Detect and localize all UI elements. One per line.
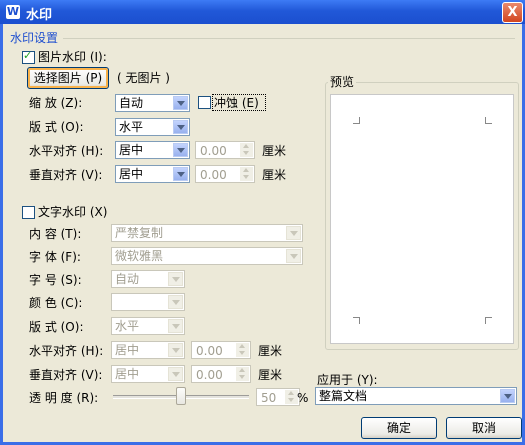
- spin-up-icon: [236, 343, 249, 350]
- chevron-down-icon: [168, 343, 183, 357]
- picture-valign-offset-spinner[interactable]: 0.00: [195, 165, 255, 183]
- window-title: 水印: [26, 8, 53, 23]
- chevron-down-icon: [168, 272, 183, 286]
- spin-up-icon: [240, 167, 253, 174]
- text-valign-offset-spinner[interactable]: 0.00: [191, 365, 251, 383]
- transparency-spinner[interactable]: 50: [256, 388, 300, 406]
- scale-label: 缩 放 (Z):: [29, 96, 83, 110]
- content-label: 内 容 (T):: [29, 227, 82, 241]
- text-valign-unit: 厘米: [258, 368, 283, 382]
- content-value: 严禁复制: [115, 226, 164, 240]
- text-halign-unit: 厘米: [258, 344, 283, 358]
- chevron-down-icon: [168, 319, 183, 333]
- text-valign-value: 居中: [115, 367, 140, 381]
- spin-down-icon: [240, 174, 253, 181]
- chevron-down-icon: [173, 167, 188, 181]
- ok-button[interactable]: 确定: [361, 417, 437, 439]
- scale-value: 自动: [119, 96, 144, 110]
- size-value: 自动: [115, 272, 140, 286]
- picture-watermark-label: 图片水印 (I):: [38, 50, 107, 64]
- picture-layout-value: 水平: [119, 120, 144, 134]
- transparency-value: 50: [261, 391, 277, 405]
- margin-corner-bl: [353, 317, 360, 324]
- margin-corner-br: [485, 317, 492, 324]
- chevron-down-icon: [168, 367, 183, 381]
- preview-group: [325, 82, 519, 350]
- margin-corner-tr: [485, 117, 492, 124]
- picture-valign-unit: 厘米: [262, 168, 287, 182]
- apply-to-select[interactable]: 整篇文档: [315, 387, 517, 405]
- picture-valign-label: 垂直对齐 (V):: [29, 168, 103, 182]
- spin-up-icon: [236, 367, 249, 374]
- color-label: 颜 色 (C):: [29, 296, 83, 310]
- spin-up-icon: [240, 143, 253, 150]
- text-valign-offset-value: 0.00: [196, 368, 223, 382]
- margin-corner-tl: [353, 117, 360, 124]
- picture-halign-label: 水平对齐 (H):: [29, 144, 104, 158]
- apply-to-label: 应用于 (Y):: [317, 373, 378, 387]
- text-layout-value: 水平: [115, 319, 140, 333]
- preview-title: 预览: [328, 75, 357, 89]
- picture-halign-select[interactable]: 居中: [115, 141, 190, 159]
- watermark-dialog: W 水印 X 水印设置 图片水印 (I): 选择图片 (P) ( 无图片 ) 缩…: [0, 0, 525, 445]
- text-halign-label: 水平对齐 (H):: [29, 344, 104, 358]
- picture-valign-select[interactable]: 居中: [115, 165, 190, 183]
- picture-valign-value: 居中: [119, 167, 144, 181]
- color-select[interactable]: [111, 293, 185, 311]
- settings-group-divider: [63, 38, 515, 39]
- text-halign-select[interactable]: 居中: [111, 341, 185, 359]
- title-bar[interactable]: W 水印 X: [0, 0, 525, 24]
- picture-watermark-checkbox[interactable]: [22, 49, 35, 64]
- picture-halign-unit: 厘米: [262, 144, 287, 158]
- text-layout-select[interactable]: 水平: [111, 317, 185, 335]
- no-picture-text: ( 无图片 ): [117, 71, 170, 85]
- size-select[interactable]: 自动: [111, 270, 185, 288]
- picture-layout-select[interactable]: 水平: [115, 118, 190, 136]
- picture-layout-label: 版 式 (O):: [29, 120, 84, 134]
- picture-halign-offset-spinner[interactable]: 0.00: [195, 141, 255, 159]
- settings-group-title: 水印设置: [10, 31, 59, 45]
- text-watermark-label: 文字水印 (X): [38, 205, 108, 219]
- font-select[interactable]: 微软雅黑: [111, 247, 303, 265]
- chevron-down-icon: [500, 389, 515, 403]
- picture-halign-offset-value: 0.00: [200, 144, 227, 158]
- text-layout-label: 版 式 (O):: [29, 320, 84, 334]
- apply-to-value: 整篇文档: [319, 389, 368, 403]
- spin-down-icon: [236, 350, 249, 357]
- chevron-down-icon: [173, 96, 188, 110]
- text-valign-label: 垂直对齐 (V):: [29, 368, 103, 382]
- chevron-down-icon: [168, 295, 183, 309]
- select-picture-button[interactable]: 选择图片 (P): [27, 67, 109, 89]
- chevron-down-icon: [286, 249, 301, 263]
- spin-down-icon: [240, 150, 253, 157]
- text-valign-select[interactable]: 居中: [111, 365, 185, 383]
- text-watermark-checkbox[interactable]: [22, 206, 35, 219]
- scale-select[interactable]: 自动: [115, 94, 190, 112]
- transparency-unit: %: [297, 391, 309, 405]
- close-button[interactable]: X: [502, 2, 523, 23]
- dialog-client: 水印设置 图片水印 (I): 选择图片 (P) ( 无图片 ) 缩 放 (Z):…: [3, 24, 522, 442]
- cancel-button[interactable]: 取消: [446, 417, 522, 439]
- spin-down-icon: [236, 374, 249, 381]
- font-value: 微软雅黑: [115, 249, 164, 263]
- washout-label: 冲蚀 (E): [214, 96, 259, 110]
- chevron-down-icon: [286, 226, 301, 240]
- picture-halign-value: 居中: [119, 143, 144, 157]
- chevron-down-icon: [173, 143, 188, 157]
- text-halign-value: 居中: [115, 343, 140, 357]
- text-halign-offset-value: 0.00: [196, 344, 223, 358]
- picture-valign-offset-value: 0.00: [200, 168, 227, 182]
- preview-canvas: [330, 94, 514, 344]
- content-select[interactable]: 严禁复制: [111, 224, 303, 242]
- wps-app-icon: W: [6, 5, 20, 19]
- size-label: 字 号 (S):: [29, 273, 82, 287]
- chevron-down-icon: [173, 120, 188, 134]
- text-halign-offset-spinner[interactable]: 0.00: [191, 341, 251, 359]
- transparency-slider-thumb[interactable]: [176, 387, 186, 405]
- transparency-label: 透 明 度 (R):: [29, 391, 99, 405]
- font-label: 字 体 (F):: [29, 250, 81, 264]
- washout-checkbox[interactable]: [198, 96, 211, 109]
